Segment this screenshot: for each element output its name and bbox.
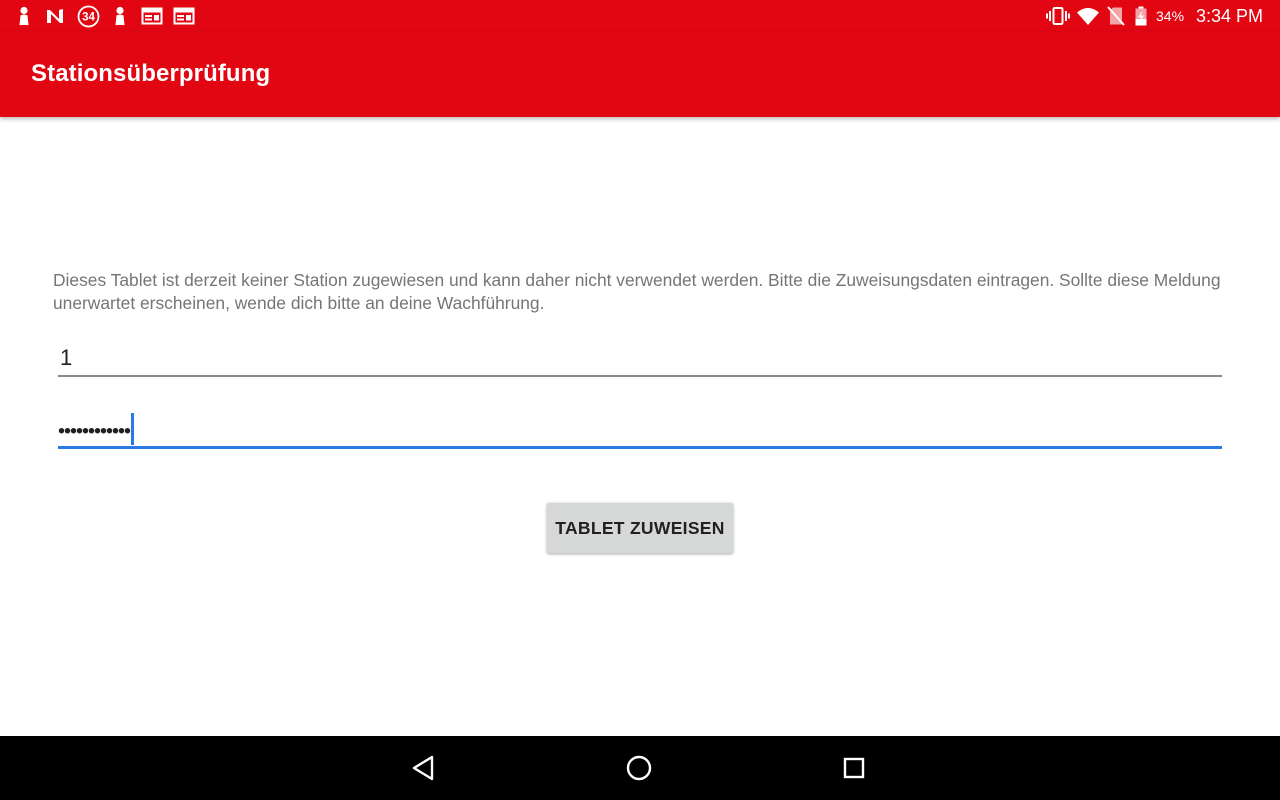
wifi-icon: [1076, 6, 1100, 26]
assign-tablet-button[interactable]: TABLET ZUWEISEN: [547, 503, 733, 553]
page-title: Stationsüberprüfung: [31, 60, 271, 87]
vibrate-icon: [1046, 6, 1070, 26]
station-number-value[interactable]: 1: [60, 344, 72, 372]
back-icon[interactable]: [408, 752, 440, 784]
battery-charging-icon: [1134, 6, 1148, 26]
screen: 34 34% 3:34 PM Stationsüberprüfung Diese…: [0, 0, 1280, 800]
calendar-icon: [173, 7, 195, 27]
badge-number: 34: [82, 12, 95, 24]
status-clock: 3:34 PM: [1196, 6, 1264, 26]
text-cursor: [131, 413, 135, 445]
person-icon: [112, 6, 128, 26]
assignment-message: Dieses Tablet ist derzeit keiner Station…: [53, 270, 1221, 313]
password-value[interactable]: ••••••••••••: [58, 413, 135, 448]
navigation-bar: [0, 736, 1280, 800]
action-bar: Stationsüberprüfung: [0, 32, 1280, 117]
password-dots: ••••••••••••: [58, 420, 131, 443]
recents-icon[interactable]: [838, 752, 870, 784]
badge-34-icon: 34: [77, 5, 100, 28]
battery-percentage: 34%: [1156, 8, 1185, 24]
station-number-field[interactable]: 1: [58, 340, 1222, 377]
password-field[interactable]: ••••••••••••: [58, 410, 1222, 449]
person-icon: [16, 6, 32, 26]
home-icon[interactable]: [623, 752, 655, 784]
n-logo-icon: [45, 6, 67, 26]
calendar-icon: [141, 7, 163, 27]
status-bar: 34 34% 3:34 PM: [0, 0, 1280, 32]
no-sim-icon: [1107, 6, 1125, 26]
